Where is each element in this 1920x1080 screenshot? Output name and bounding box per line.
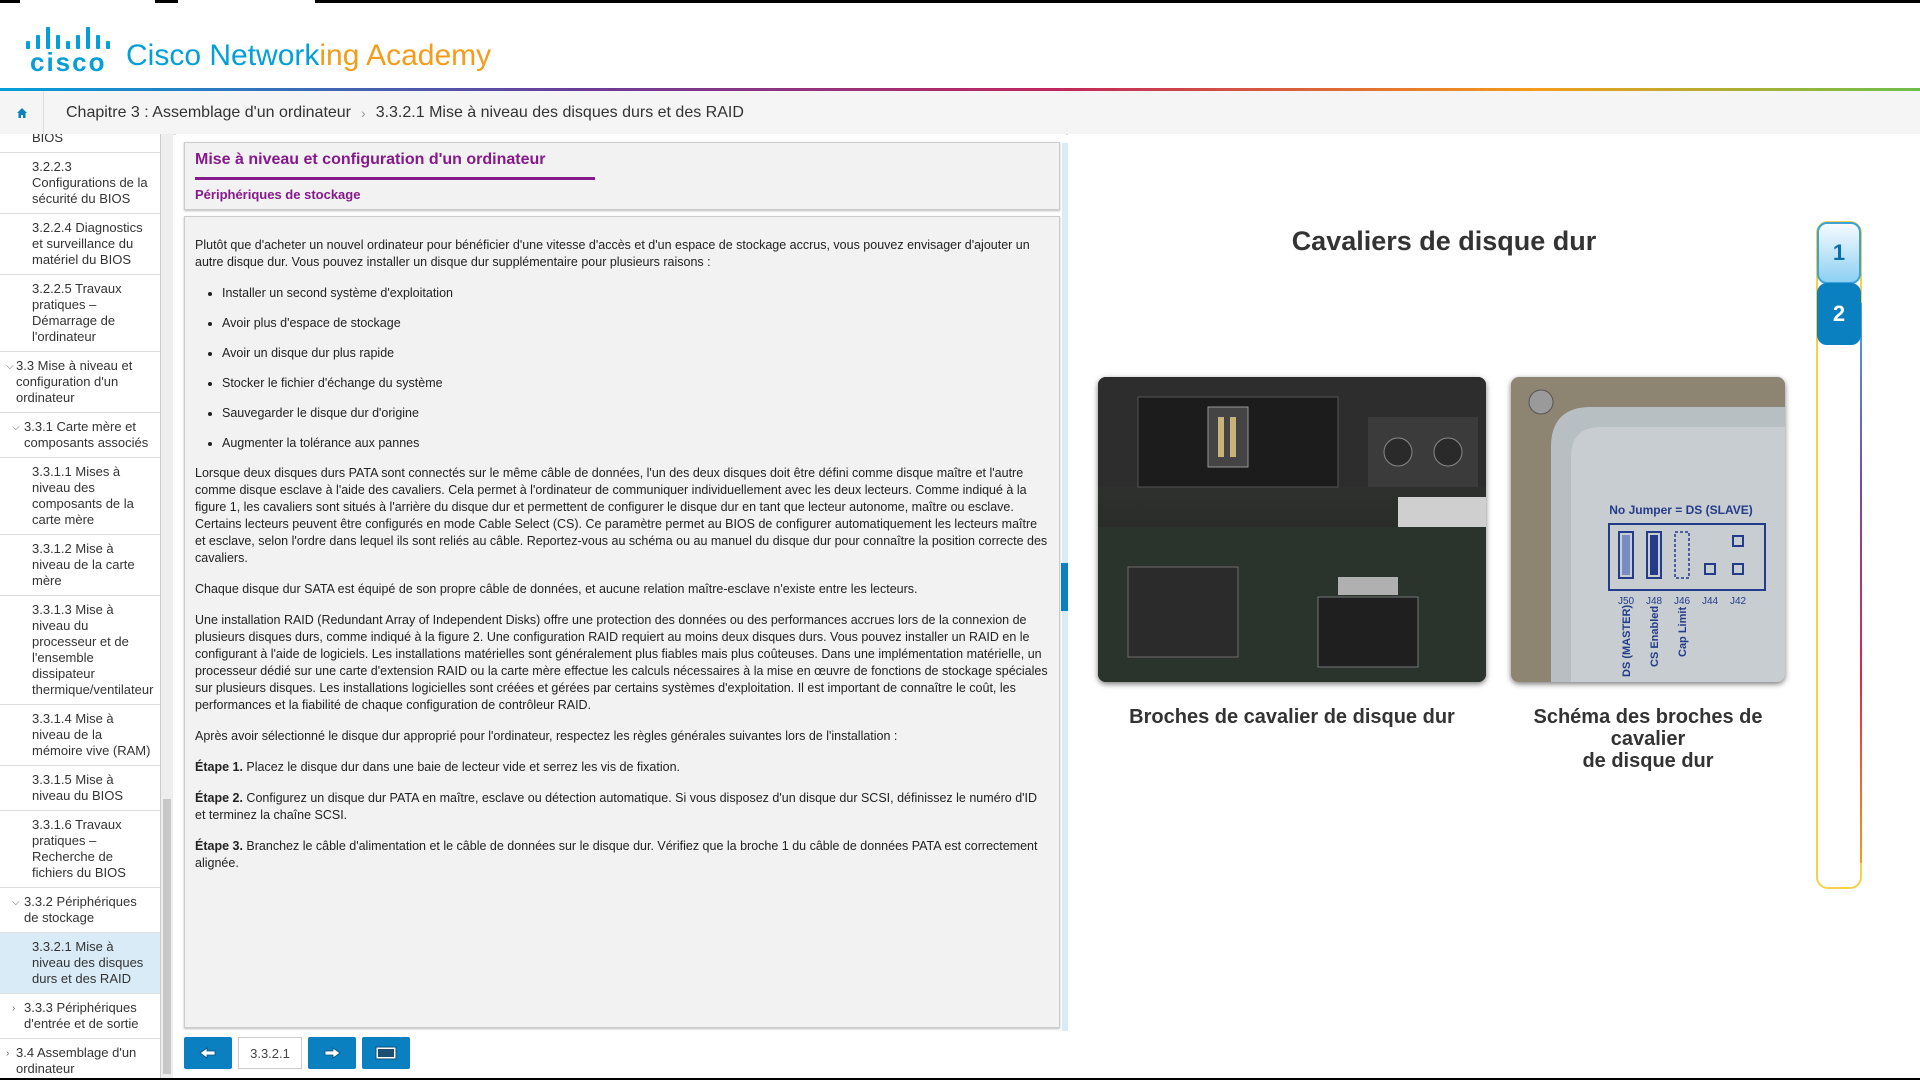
toc-item-label: 3.3.3 Périphériques d'entrée et de sorti…	[24, 1000, 139, 1031]
media-panel: Cavaliers de disque dur No Jumper = DS (…	[1068, 134, 1920, 1079]
reason-item: Sauvegarder le disque dur d'origine	[222, 405, 1049, 422]
toc-item-label: 3.3.1 Carte mère et composants associés	[24, 419, 149, 450]
diagram-heading: No Jumper = DS (SLAVE)	[1609, 503, 1752, 517]
toc-item-label: 3.3.1.4 Mise à niveau de la mémoire vive…	[32, 711, 151, 758]
pin-label-j42: J42	[1730, 596, 1747, 607]
toc-item[interactable]: 3.3.1.1 Mises à niveau des composants de…	[0, 458, 160, 535]
text-panel: Mise à niveau et configuration d'un ordi…	[176, 134, 1066, 1079]
toc-item-label: 3.2.2.3 Configurations de la sécurité du…	[32, 159, 148, 206]
toc-item-label: 3.3.1.6 Travaux pratiques – Recherche de…	[32, 817, 126, 880]
toc-item[interactable]: › 3.3.3 Périphériques d'entrée et de sort…	[0, 994, 160, 1039]
toc-item-label: 3.3.1.3 Mise à niveau du processeur et d…	[32, 602, 154, 697]
chevron-down-icon[interactable]: ⌵	[6, 359, 14, 375]
app-header: cisco Cisco Networking Academy	[0, 3, 1920, 89]
figure-tab-1[interactable]: 1	[1817, 222, 1861, 284]
pin-desc-cs: CS Enabled	[1649, 606, 1661, 667]
toc-scrollbar[interactable]	[161, 134, 173, 1079]
toc-scrollbar-thumb[interactable]	[163, 799, 171, 1074]
jumper-pins-photo	[1098, 377, 1486, 682]
intro-paragraph: Plutôt que d'acheter un nouvel ordinateu…	[195, 238, 1030, 269]
splitter-handle[interactable]	[1061, 563, 1068, 611]
toc-item-label: 3.4 Assemblage d'un ordinateur	[16, 1045, 137, 1076]
step-3: Étape 3. Branchez le câble d'alimentatio…	[195, 839, 1038, 870]
toc-item-label: BIOS	[32, 134, 64, 145]
page-subtitle: Périphériques de stockage	[195, 187, 361, 202]
toc-item[interactable]: 3.3.1.4 Mise à niveau de la mémoire vive…	[0, 705, 160, 766]
breadcrumb-section: 3.3.2.1 Mise à niveau des disques durs e…	[375, 103, 744, 121]
toc-item-label: 3.2.2.4 Diagnostics et surveillance du m…	[32, 220, 143, 267]
toc-item[interactable]: ⌵ 3.3.1 Carte mère et composants associés	[0, 413, 160, 458]
reason-item: Stocker le fichier d'échange du système	[222, 375, 1049, 392]
toc-sidebar: BIOS 3.2.2.3 Configurations de la sécurit…	[0, 134, 161, 1079]
toc-item[interactable]: 3.2.2.5 Travaux pratiques – Démarrage de…	[0, 275, 160, 352]
page-navigation: 3.3.2.1	[184, 1037, 410, 1071]
toc-item-label: 3.3 Mise à niveau et configuration d'un …	[16, 358, 133, 405]
pin-label-j48: J48	[1646, 596, 1663, 607]
toc-item-label: 3.3.2.1 Mise à niveau des disques durs e…	[32, 939, 144, 986]
page-title: Mise à niveau et configuration d'un ordi…	[195, 151, 546, 168]
rules-paragraph: Après avoir sélectionné le disque dur ap…	[195, 729, 898, 743]
title-underline	[195, 177, 595, 180]
toc-item-label: 3.2.2.5 Travaux pratiques – Démarrage de…	[32, 281, 122, 344]
toc-item[interactable]: 3.2.2.4 Diagnostics et surveillance du m…	[0, 214, 160, 275]
arrow-right-icon	[324, 1047, 341, 1059]
step-1: Étape 1. Placez le disque dur dans une b…	[195, 760, 680, 774]
chevron-down-icon[interactable]: ⌵	[12, 420, 20, 436]
fullscreen-button[interactable]	[362, 1037, 410, 1069]
next-button[interactable]	[308, 1037, 356, 1069]
toc-item[interactable]: ⌵ 3.3.2 Périphériques de stockage	[0, 888, 160, 933]
toc-list: BIOS 3.2.2.3 Configurations de la sécurit…	[0, 134, 160, 1079]
title-box: Mise à niveau et configuration d'un ordi…	[184, 142, 1060, 210]
caption-photo: Broches de cavalier de disque dur	[1129, 706, 1455, 728]
step-2: Étape 2. Configurez un disque dur PATA e…	[195, 791, 1038, 822]
cisco-logo: cisco	[24, 23, 112, 77]
pata-paragraph: Lorsque deux disques durs PATA sont conn…	[195, 466, 1048, 565]
pin-desc-cap: Cap Limit	[1677, 607, 1689, 657]
breadcrumb-separator-icon: ›	[361, 104, 366, 121]
reasons-list: Installer un second système d'exploitati…	[195, 285, 1049, 452]
breadcrumb: Chapitre 3 : Assemblage d'un ordinateur …	[0, 91, 1920, 135]
toc-item-label: 3.3.2 Périphériques de stockage	[24, 894, 137, 925]
pin-label-j44: J44	[1702, 596, 1719, 607]
toc-item[interactable]: 3.3.1.2 Mise à niveau de la carte mère	[0, 535, 160, 596]
home-button[interactable]	[0, 91, 44, 134]
toc-item[interactable]: 3.3.1.3 Mise à niveau du processeur et d…	[0, 596, 160, 705]
toc-item[interactable]: BIOS	[0, 134, 160, 153]
chevron-right-icon[interactable]: ›	[6, 1046, 9, 1062]
figure-tab-2[interactable]: 2	[1817, 283, 1861, 345]
logo-text: cisco	[30, 47, 107, 77]
reason-item: Avoir plus d'espace de stockage	[222, 315, 1049, 332]
chevron-down-icon[interactable]: ⌵	[12, 895, 20, 911]
reason-item: Augmenter la tolérance aux pannes	[222, 435, 1049, 452]
sata-paragraph: Chaque disque dur SATA est équipé de son…	[195, 582, 918, 596]
home-icon	[16, 107, 27, 118]
media-title: Cavaliers de disque dur	[1291, 226, 1597, 256]
figure-tabs: 1 2	[1816, 221, 1862, 889]
toc-item[interactable]: 3.2.2.3 Configurations de la sécurité du…	[0, 153, 160, 214]
reason-item: Installer un second système d'exploitati…	[222, 285, 1049, 302]
toc-item[interactable]: 3.3.1.5 Mise à niveau du BIOS	[0, 766, 160, 811]
caption-diagram: Schéma des broches de cavalier de disque d…	[1533, 706, 1763, 772]
screen-icon	[375, 1046, 397, 1060]
toc-item[interactable]: › 3.4 Assemblage d'un ordinateur	[0, 1039, 160, 1079]
raid-paragraph: Une installation RAID (Redundant Array o…	[195, 613, 1048, 712]
jumper-diagram-photo: No Jumper = DS (SLAVE) J50 J48 J46 J44 J…	[1511, 377, 1785, 682]
pin-label-j46: J46	[1674, 596, 1691, 607]
toc-item-label: 3.3.1.2 Mise à niveau de la carte mère	[32, 541, 135, 588]
toc-item-label: 3.3.1.5 Mise à niveau du BIOS	[32, 772, 124, 803]
breadcrumb-chapter[interactable]: Chapitre 3 : Assemblage d'un ordinateur	[66, 104, 351, 122]
toc-item[interactable]: 3.3.1.6 Travaux pratiques – Recherche de…	[0, 811, 160, 888]
toc-item[interactable]: 3.3.2.1 Mise à niveau des disques durs e…	[0, 933, 160, 994]
app-title: Cisco Networking Academy	[126, 39, 492, 72]
previous-button[interactable]	[184, 1037, 232, 1069]
toc-item[interactable]: ⌵ 3.3 Mise à niveau et configuration d'un…	[0, 352, 160, 413]
pin-desc-master: DS (MASTER)	[1621, 605, 1633, 677]
arrow-left-icon	[199, 1047, 216, 1059]
body-text-box: Plutôt que d'acheter un nouvel ordinateu…	[184, 216, 1060, 1028]
reason-item: Avoir un disque dur plus rapide	[222, 345, 1049, 362]
chevron-right-icon[interactable]: ›	[12, 1001, 15, 1017]
page-number: 3.3.2.1	[238, 1037, 302, 1069]
toc-item-label: 3.3.1.1 Mises à niveau des composants de…	[32, 464, 134, 527]
